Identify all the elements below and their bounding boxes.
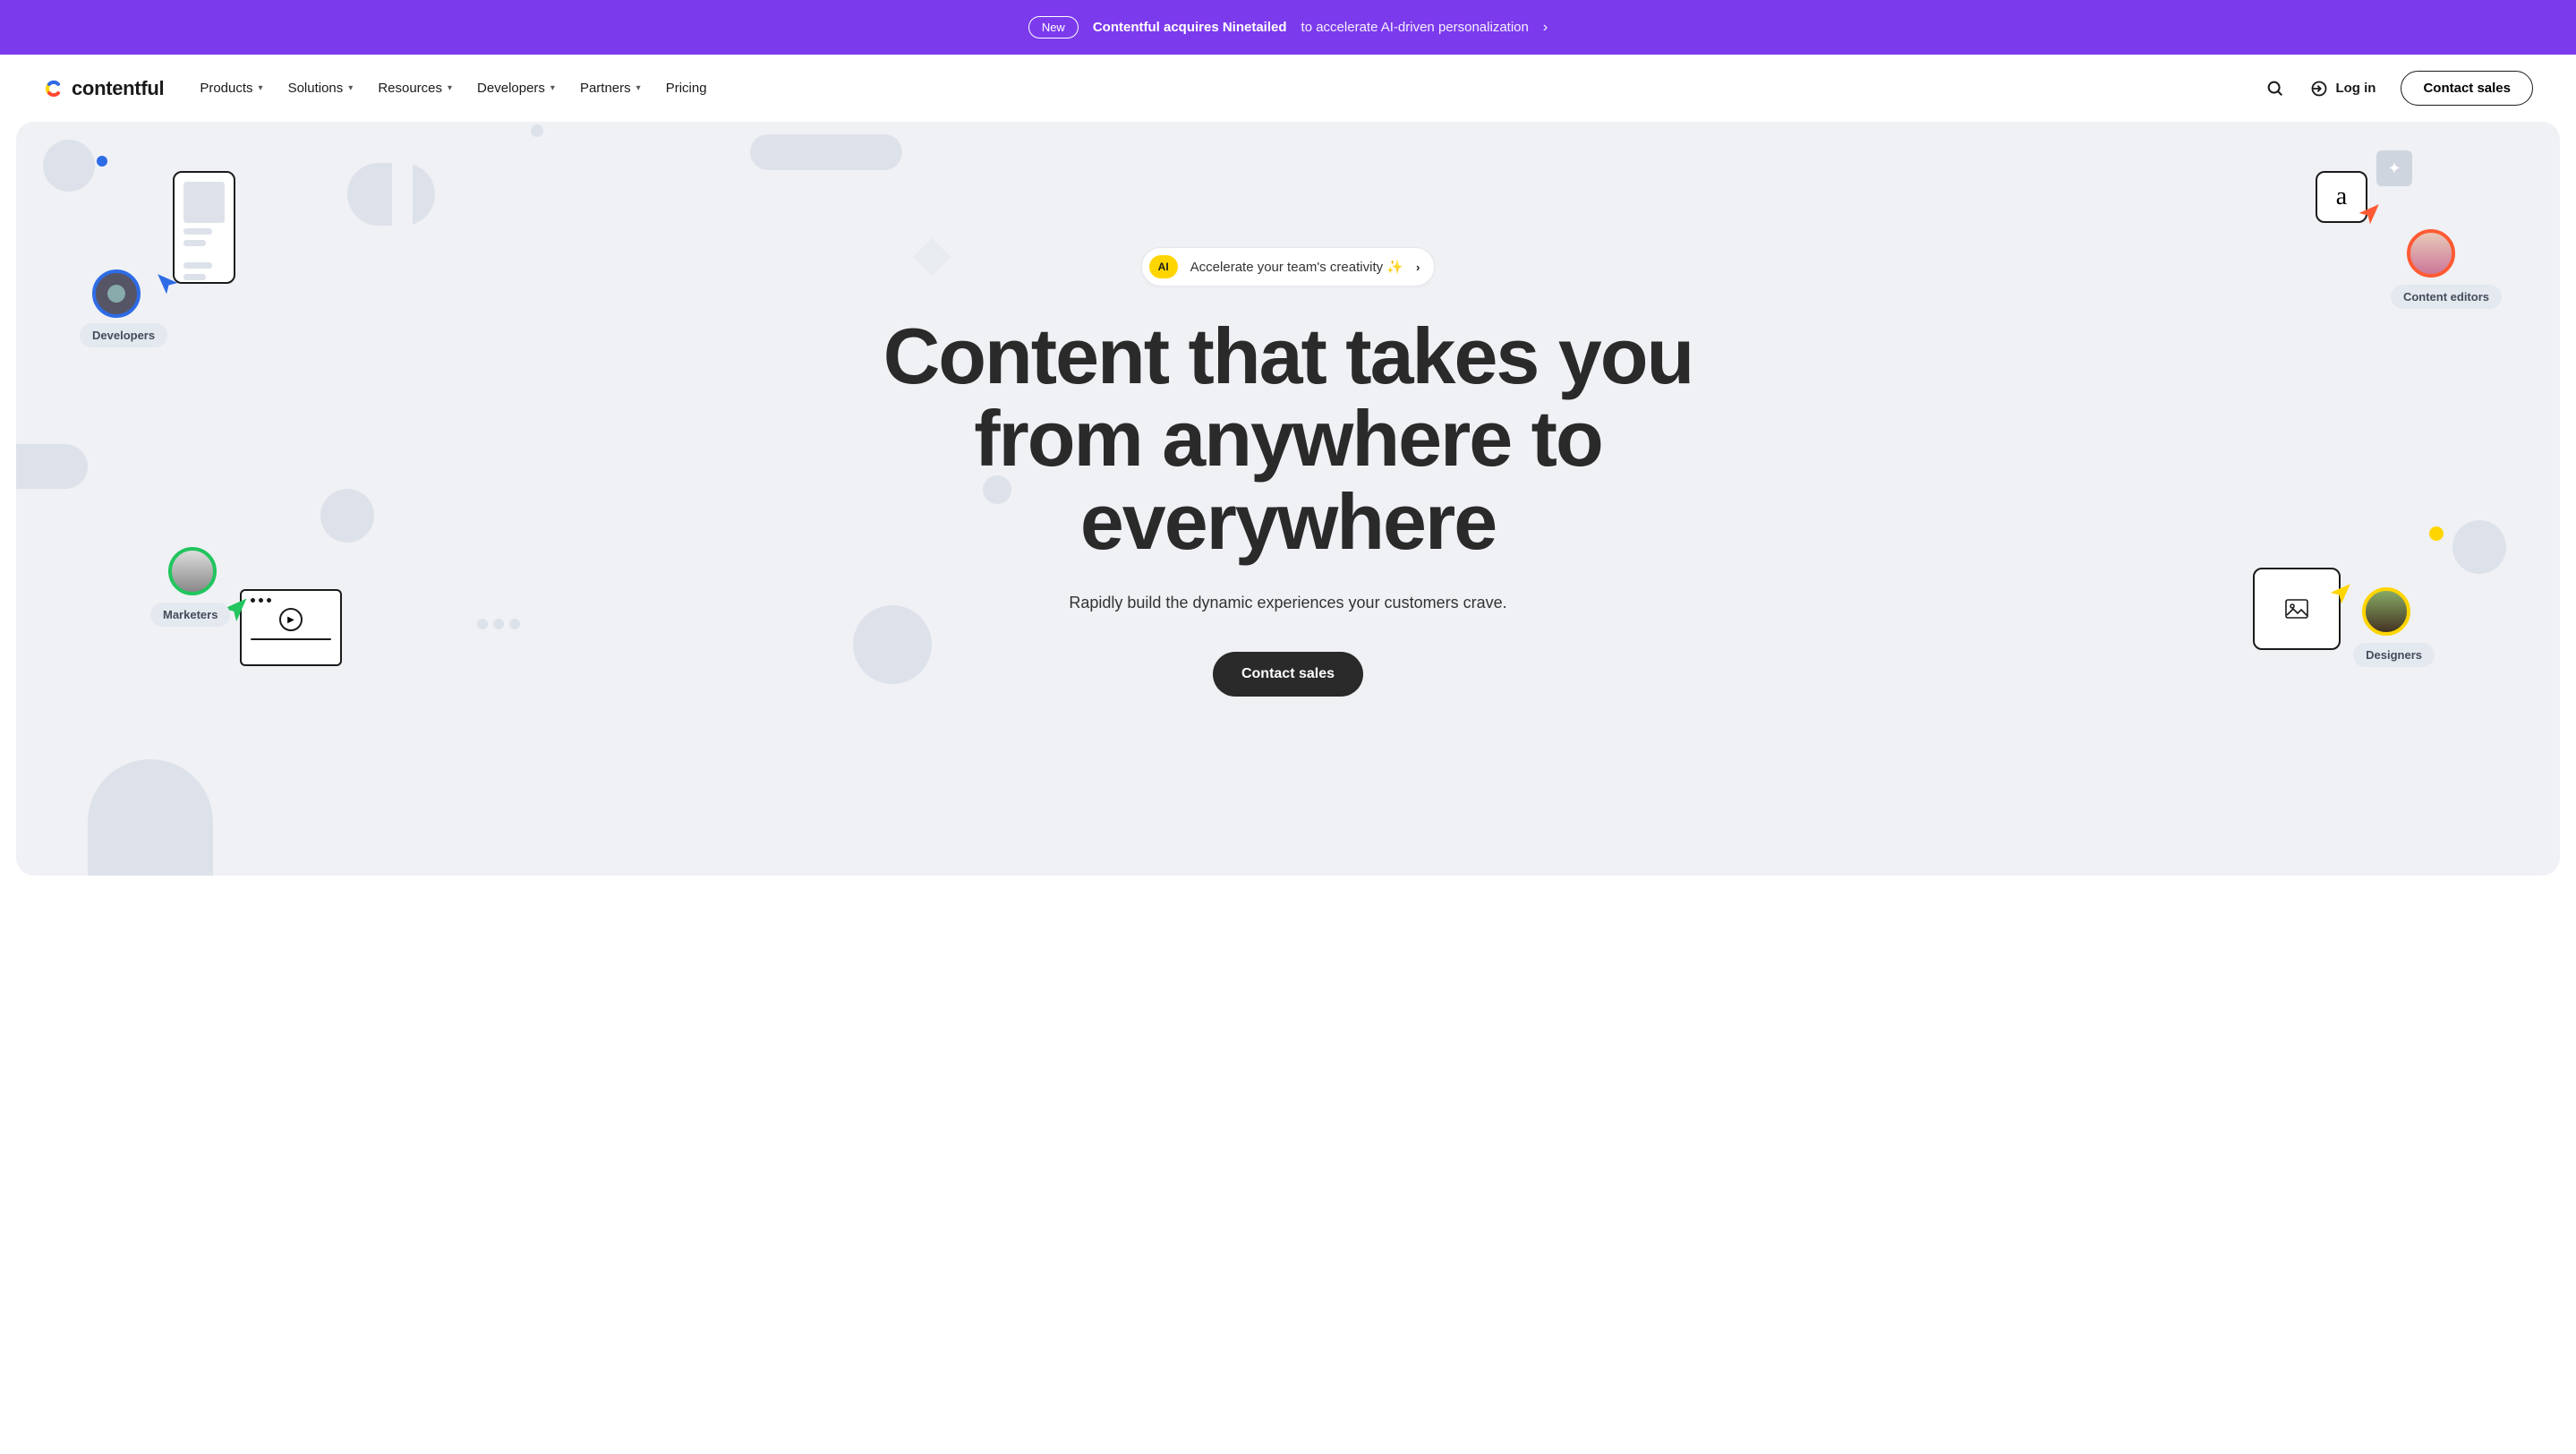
announcement-headline: Contentful acquires Ninetailed	[1093, 20, 1287, 35]
persona-label: Marketers	[150, 603, 230, 627]
decorative-shape	[320, 489, 374, 543]
chevron-right-icon: ›	[1416, 261, 1420, 274]
avatar	[92, 269, 141, 318]
ai-announcement-pill[interactable]: AI Accelerate your team's creativity ✨ ›	[1141, 247, 1436, 287]
chevron-down-icon: ▾	[348, 83, 353, 93]
brand-name: contentful	[72, 77, 164, 100]
decorative-shape	[88, 759, 213, 876]
decorative-shape	[913, 238, 951, 276]
nav-menu: Products▾ Solutions▾ Resources▾ Develope…	[200, 81, 706, 96]
decorative-shape	[2452, 520, 2506, 574]
nav-item-products[interactable]: Products▾	[200, 81, 262, 96]
hero-heading: Content that takes you from anywhere to …	[849, 315, 1727, 563]
announcement-badge: New	[1028, 16, 1079, 38]
ai-badge: AI	[1149, 255, 1178, 278]
avatar	[168, 547, 217, 595]
ai-pill-text: Accelerate your team's creativity ✨	[1190, 259, 1403, 275]
decorative-shape	[983, 475, 1011, 504]
nav-item-pricing[interactable]: Pricing	[666, 81, 707, 96]
persona-content-editors: Content editors	[2407, 229, 2502, 309]
image-card-icon	[2253, 568, 2341, 650]
nav-item-partners[interactable]: Partners▾	[580, 81, 641, 96]
decorative-shape	[390, 163, 435, 226]
nav-item-developers[interactable]: Developers▾	[477, 81, 555, 96]
decorative-shape	[853, 605, 932, 684]
announcement-banner[interactable]: New Contentful acquires Ninetailed to ac…	[0, 0, 2576, 55]
sparkle-icon: ✦	[2376, 150, 2412, 186]
cursor-icon	[2358, 202, 2381, 226]
decorative-shape	[97, 156, 107, 167]
chevron-down-icon: ▾	[636, 83, 641, 93]
hero-contact-sales-button[interactable]: Contact sales	[1213, 652, 1363, 697]
cursor-icon	[2329, 582, 2352, 605]
decorative-shape	[750, 134, 902, 170]
login-label: Log in	[2335, 81, 2376, 96]
decorative-shape	[16, 444, 88, 489]
logo-icon	[43, 78, 64, 99]
chevron-down-icon: ▾	[448, 83, 452, 93]
chevron-down-icon: ▾	[550, 83, 555, 93]
persona-developers: Developers	[92, 269, 167, 347]
nav-item-resources[interactable]: Resources▾	[378, 81, 452, 96]
video-player-icon: ▶	[240, 589, 342, 666]
persona-label: Developers	[80, 323, 167, 347]
nav-item-solutions[interactable]: Solutions▾	[288, 81, 354, 96]
announcement-subtext: to accelerate AI-driven personalization	[1301, 20, 1529, 35]
persona-designers: Designers	[2362, 587, 2435, 667]
chevron-right-icon: ›	[1543, 20, 1548, 36]
login-icon	[2310, 80, 2328, 98]
decorative-shape	[477, 619, 488, 629]
hero-subheading: Rapidly build the dynamic experiences yo…	[52, 594, 2524, 612]
decorative-shape	[2429, 526, 2444, 541]
persona-label: Designers	[2353, 643, 2435, 667]
contact-sales-button[interactable]: Contact sales	[2401, 71, 2533, 106]
top-navbar: contentful Products▾ Solutions▾ Resource…	[0, 55, 2576, 122]
decorative-shape	[531, 124, 543, 137]
phone-mockup-icon	[173, 171, 235, 284]
hero-section: a ✦ ▶ Developers Content editors Markete…	[16, 122, 2560, 876]
avatar	[2362, 587, 2410, 636]
decorative-shape	[493, 619, 504, 629]
persona-marketers: Marketers	[168, 547, 230, 627]
login-button[interactable]: Log in	[2310, 80, 2376, 98]
persona-label: Content editors	[2391, 285, 2502, 309]
chevron-down-icon: ▾	[259, 83, 263, 93]
decorative-shape	[509, 619, 520, 629]
avatar	[2407, 229, 2455, 278]
search-icon[interactable]	[2265, 79, 2285, 98]
brand-logo[interactable]: contentful	[43, 77, 164, 100]
decorative-shape	[43, 140, 95, 192]
